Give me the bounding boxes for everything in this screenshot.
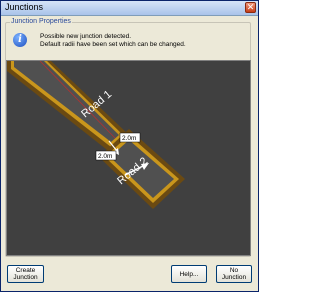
create-junction-label-line1: Create xyxy=(15,267,36,274)
info-message-line2: Default radii have been set which can be… xyxy=(40,41,186,48)
window-title: Junctions xyxy=(5,2,44,12)
no-junction-label-line1: No xyxy=(229,267,239,274)
info-message-line1: Possible new junction detected. xyxy=(40,33,132,40)
create-junction-button[interactable]: Create Junction xyxy=(7,265,44,283)
help-button[interactable]: Help... xyxy=(171,265,207,283)
no-junction-label-line2: Junction xyxy=(221,274,247,281)
group-label: Junction Properties xyxy=(10,18,72,25)
radius-label-1: 2.0m xyxy=(122,135,136,142)
title-bar[interactable]: Junctions ✕ xyxy=(1,1,258,16)
no-junction-button[interactable]: No Junction xyxy=(216,265,252,283)
junction-preview-canvas[interactable]: Road 1 Road 2 2.0m 2.0m xyxy=(6,60,251,256)
junction-preview-svg: Road 1 Road 2 2.0m 2.0m xyxy=(7,61,185,209)
create-junction-label-line2: Junction xyxy=(13,274,38,281)
info-icon: i xyxy=(13,33,27,47)
close-button[interactable]: ✕ xyxy=(245,2,256,13)
radius-label-2: 2.0m xyxy=(98,153,112,160)
